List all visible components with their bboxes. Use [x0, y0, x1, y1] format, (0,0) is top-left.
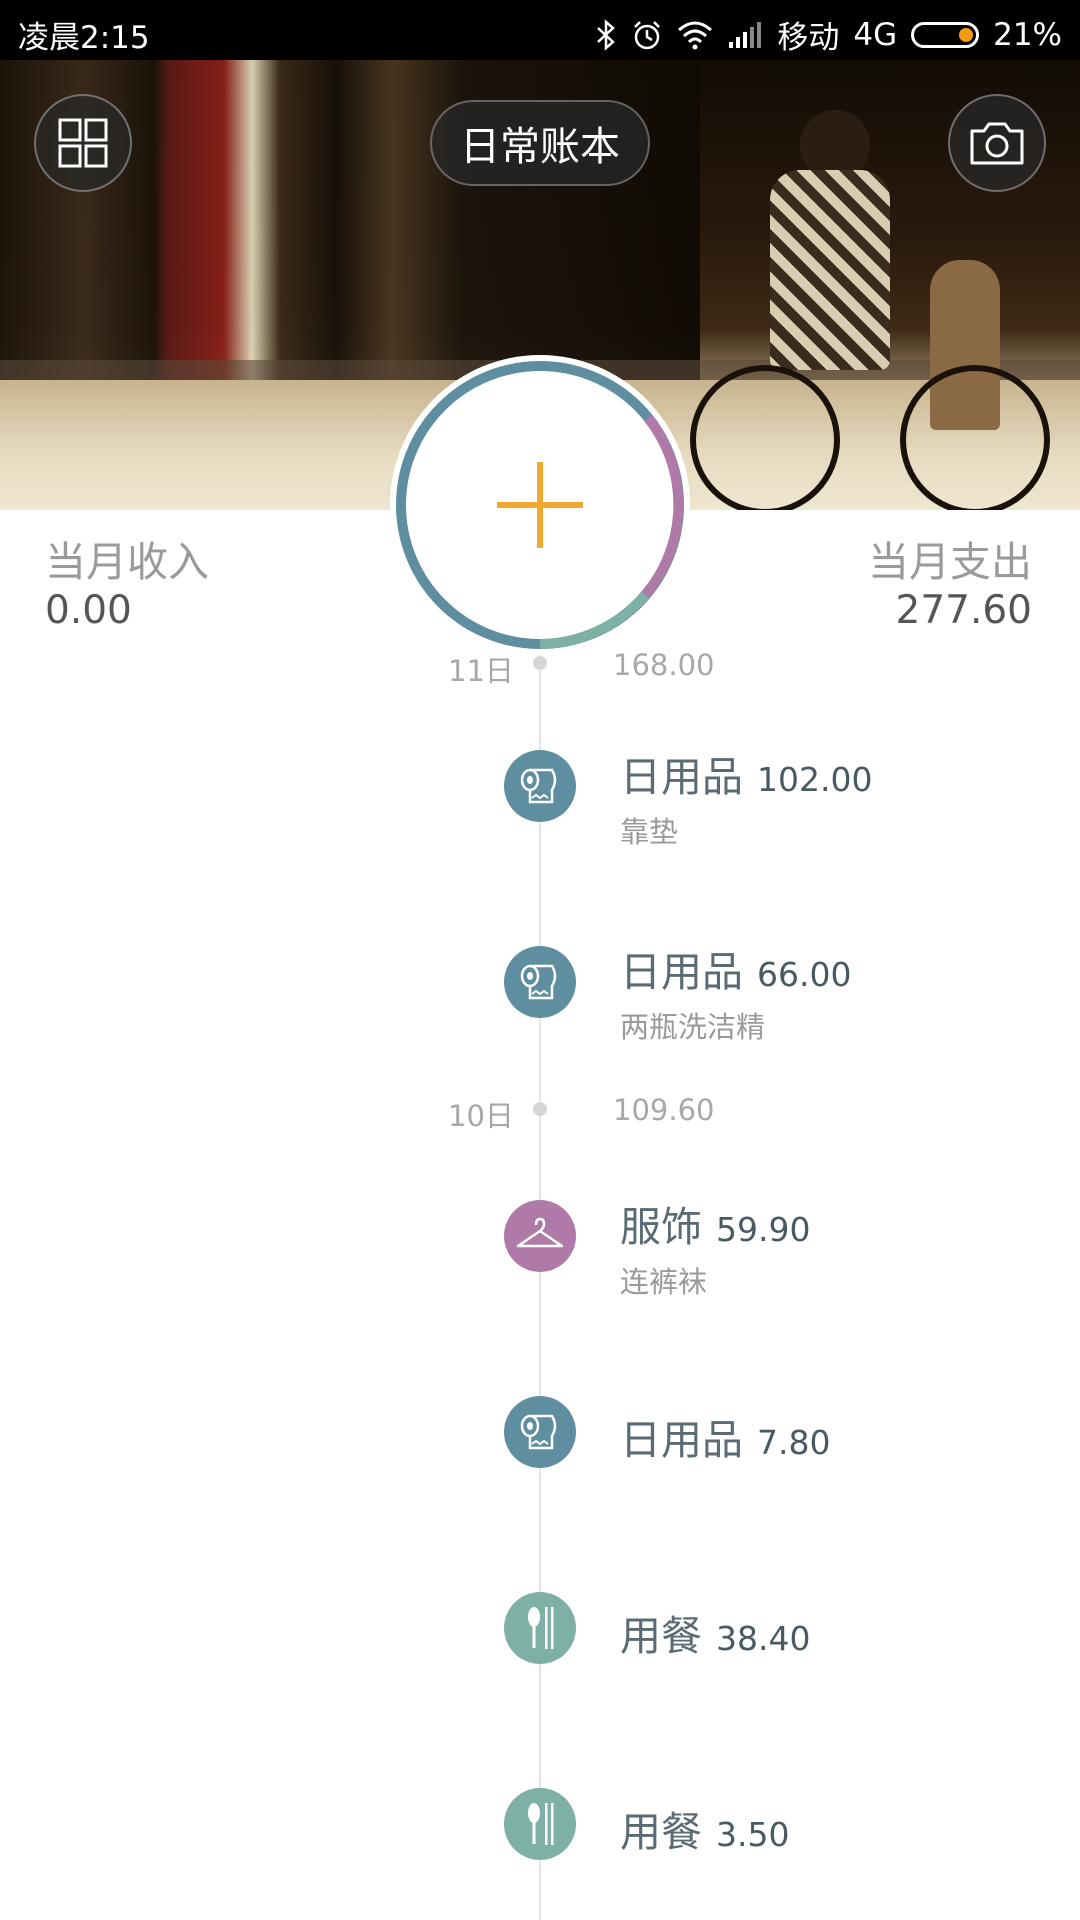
- toilet-paper-icon: [520, 964, 557, 1000]
- camera-icon: [970, 122, 1024, 165]
- entry-category: 用餐: [620, 1612, 702, 1660]
- entry-note: 两瓶洗洁精: [620, 1010, 766, 1044]
- grid-icon: [58, 118, 108, 168]
- entry-amount: 38.40: [716, 1619, 811, 1658]
- entry-category: 用餐: [620, 1808, 702, 1856]
- battery-percent: 21%: [993, 16, 1062, 53]
- menu-grid-button[interactable]: [34, 94, 132, 192]
- category-icon-daily: [504, 946, 576, 1018]
- entry-amount: 3.50: [716, 1815, 790, 1854]
- toilet-paper-icon: [520, 1414, 557, 1450]
- cutlery-icon: [528, 1607, 554, 1649]
- hanger-icon: [516, 1217, 564, 1248]
- timeline-line: [539, 650, 541, 1920]
- signal-icon: [729, 21, 762, 48]
- network-label: 4G: [853, 16, 898, 53]
- income-label: 当月收入: [45, 538, 209, 586]
- entry-note: 靠垫: [620, 815, 679, 849]
- expense-label: 当月支出: [868, 538, 1032, 586]
- entry-category: 服饰: [620, 1203, 702, 1251]
- plus-icon: [497, 462, 583, 548]
- cutlery-icon: [528, 1803, 554, 1845]
- day-dot: [533, 1102, 547, 1116]
- list-item[interactable]: 服饰 59.90 连裤袜: [620, 1193, 810, 1301]
- entry-note: 连裤袜: [620, 1265, 708, 1299]
- category-icon-meal: [504, 1788, 576, 1860]
- battery-icon: [911, 21, 980, 48]
- add-record-button[interactable]: [390, 355, 690, 655]
- list-item[interactable]: 日用品 66.00 两瓶洗洁精: [620, 938, 851, 1046]
- category-icon-daily: [504, 1396, 576, 1468]
- entry-category: 日用品: [620, 1416, 743, 1464]
- category-icon-meal: [504, 1592, 576, 1664]
- list-item[interactable]: 用餐 38.40: [620, 1602, 810, 1662]
- list-item[interactable]: 日用品 7.80: [620, 1406, 830, 1466]
- alarm-icon: [634, 20, 661, 49]
- entry-category: 日用品: [620, 948, 743, 996]
- expense-value: 277.60: [895, 588, 1032, 633]
- category-icon-clothing: [504, 1200, 576, 1272]
- book-title-button[interactable]: 日常账本: [430, 100, 650, 186]
- camera-button[interactable]: [948, 94, 1046, 192]
- entry-amount: 102.00: [757, 760, 873, 799]
- carrier-label: 移动: [777, 20, 840, 56]
- entry-amount: 7.80: [757, 1423, 831, 1462]
- toilet-paper-icon: [520, 768, 557, 804]
- income-value: 0.00: [45, 588, 132, 633]
- category-icon-daily: [504, 750, 576, 822]
- day-dot: [533, 656, 547, 670]
- day-total-10: 109.60: [613, 1093, 715, 1127]
- entry-amount: 59.90: [716, 1210, 811, 1249]
- entry-amount: 66.00: [757, 955, 852, 994]
- status-bar: 凌晨2:15 移动 4G 21%: [0, 0, 1080, 60]
- entry-category: 日用品: [620, 753, 743, 801]
- status-icons: 移动 4G 21%: [595, 12, 1062, 57]
- list-item[interactable]: 用餐 3.50: [620, 1798, 789, 1858]
- bluetooth-icon: [597, 18, 616, 51]
- wifi-icon: [678, 21, 713, 49]
- list-item[interactable]: 日用品 102.00 靠垫: [620, 743, 872, 851]
- expense-ring: [396, 361, 684, 649]
- book-title: 日常账本: [460, 124, 620, 170]
- day-date-10: 10日: [448, 1099, 514, 1133]
- status-time: 凌晨2:15: [18, 20, 150, 56]
